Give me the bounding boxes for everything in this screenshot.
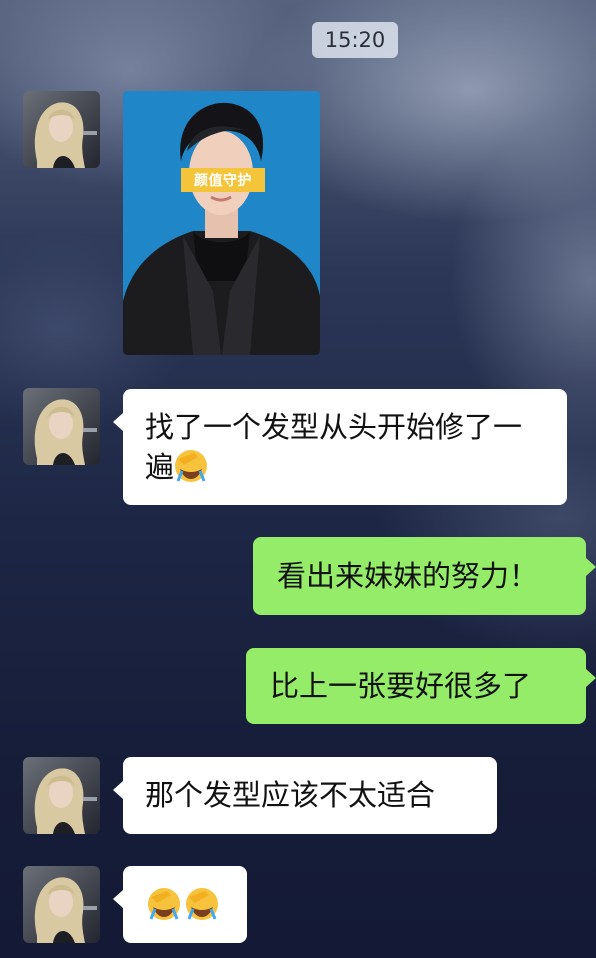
shared-portrait-photo[interactable]: 颜值守护 — [123, 91, 320, 355]
contact-avatar[interactable] — [23, 757, 100, 834]
incoming-message-bubble[interactable]: 那个发型应该不太适合 — [113, 757, 497, 834]
contact-avatar[interactable] — [23, 866, 100, 943]
outgoing-message-bubble[interactable]: 比上一张要好很多了 — [246, 648, 596, 724]
message-text: 比上一张要好很多了 — [270, 669, 532, 703]
facepalm-crying-emoji-icon — [147, 887, 181, 921]
contact-avatar[interactable] — [23, 388, 100, 465]
message-text: 那个发型应该不太适合 — [145, 778, 436, 812]
face-cover-badge: 颜值守护 — [181, 168, 265, 192]
incoming-emoji-message-bubble[interactable] — [113, 866, 247, 943]
facepalm-crying-emoji-icon — [185, 887, 219, 921]
outgoing-message-bubble[interactable]: 看出来妹妹的努力！ — [253, 537, 596, 615]
timestamp: 15:20 — [312, 22, 398, 58]
message-text: 看出来妹妹的努力！ — [277, 559, 539, 593]
contact-avatar[interactable] — [23, 91, 100, 168]
facepalm-crying-emoji-icon — [174, 449, 208, 483]
incoming-message-bubble[interactable]: 找了一个发型从头开始修了一遍 — [113, 389, 567, 505]
